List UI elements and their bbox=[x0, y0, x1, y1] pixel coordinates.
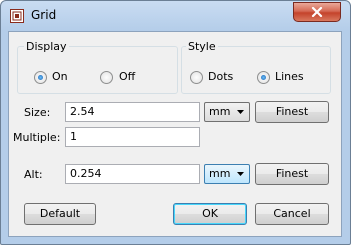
display-off-label[interactable]: Off bbox=[119, 70, 135, 83]
close-button[interactable] bbox=[293, 2, 341, 22]
alt-unit-value: mm bbox=[209, 167, 231, 180]
size-finest-button[interactable]: Finest bbox=[255, 101, 329, 123]
grid-dialog-window: Grid Display On Off Style Dots Lines Siz… bbox=[0, 0, 351, 245]
window-title: Grid bbox=[31, 8, 57, 22]
style-lines-radio[interactable] bbox=[257, 71, 270, 84]
style-dots-radio[interactable] bbox=[190, 71, 203, 84]
alt-label: Alt: bbox=[24, 168, 43, 181]
multiple-input[interactable]: 1 bbox=[65, 127, 200, 147]
display-group-label: Display bbox=[24, 40, 69, 53]
close-icon bbox=[311, 7, 323, 17]
pcb-grid-icon bbox=[10, 9, 24, 23]
chevron-down-icon bbox=[237, 172, 244, 176]
alt-input[interactable]: 0.254 bbox=[65, 164, 200, 184]
multiple-label: Multiple: bbox=[13, 131, 61, 144]
display-off-radio[interactable] bbox=[100, 71, 113, 84]
alt-finest-button[interactable]: Finest bbox=[255, 163, 329, 185]
cancel-button[interactable]: Cancel bbox=[255, 203, 329, 225]
style-dots-label[interactable]: Dots bbox=[208, 70, 233, 83]
style-lines-label[interactable]: Lines bbox=[275, 70, 304, 83]
alt-unit-select[interactable]: mm bbox=[204, 164, 250, 184]
display-on-label[interactable]: On bbox=[52, 70, 68, 83]
display-group: Display On Off bbox=[17, 40, 178, 94]
display-on-radio[interactable] bbox=[34, 71, 47, 84]
title-bar[interactable]: Grid bbox=[1, 1, 350, 31]
style-group-label: Style bbox=[186, 40, 218, 53]
style-group: Style Dots Lines bbox=[181, 40, 331, 94]
size-label: Size: bbox=[24, 106, 51, 119]
size-input[interactable]: 2.54 bbox=[65, 102, 200, 122]
ok-button[interactable]: OK bbox=[173, 203, 247, 225]
default-button[interactable]: Default bbox=[24, 203, 96, 225]
size-unit-value: mm bbox=[209, 105, 231, 118]
chevron-down-icon bbox=[237, 110, 244, 114]
dialog-body: Display On Off Style Dots Lines Size: 2.… bbox=[8, 31, 342, 237]
size-unit-select[interactable]: mm bbox=[204, 102, 250, 122]
